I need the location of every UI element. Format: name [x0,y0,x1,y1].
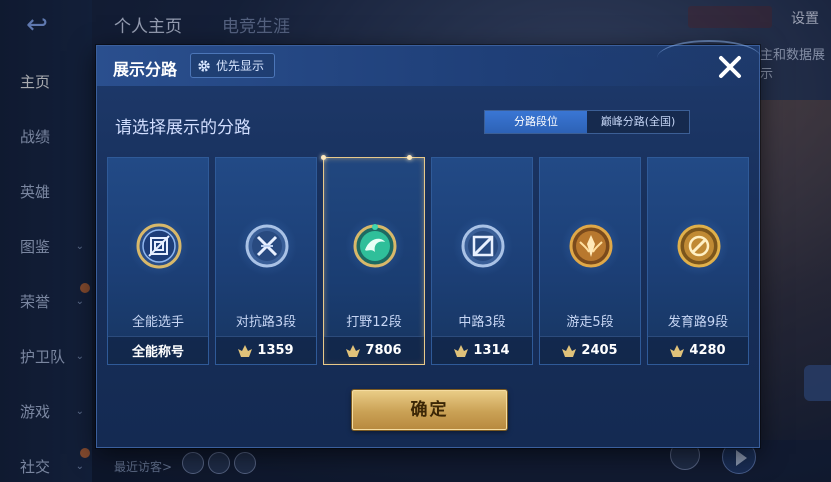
toggle-lane-rank[interactable]: 分路段位 [485,111,587,133]
priority-display-label: 优先显示 [216,59,265,73]
rank-type-toggle: 分路段位 巅峰分路(全国) [484,110,690,134]
lane-footer: 7806 [324,336,424,364]
emblem-glow [129,216,189,276]
lane-card-roam[interactable]: 游走5段 2405 [539,157,641,365]
jungle-emblem-icon [353,224,397,268]
lane-display-dialog: 展示分路 优先显示 请选择展示的分路 分路段位 巅峰分路(全国) 全能选手 全能… [96,40,761,448]
lane-name: 中路3段 [458,315,506,330]
roam-emblem-icon [569,224,613,268]
lane-score: 7806 [365,343,402,358]
dialog-subtitle: 请选择展示的分路 [115,118,251,138]
lane-footer: 全能称号 [108,336,208,364]
selection-corner [321,155,326,160]
lane-card-clash[interactable]: 对抗路3段 1359 [215,157,317,365]
emblem-glow [453,216,513,276]
lane-score: 1314 [473,343,510,358]
emblem-glow [561,216,621,276]
emblem-glow [669,216,729,276]
emblem-glow [345,216,405,276]
peak-score-icon [238,344,253,357]
lane-score: 4280 [689,343,726,358]
peak-score-icon [346,344,361,357]
toggle-peak-lane[interactable]: 巅峰分路(全国) [587,111,689,133]
peak-score-icon [454,344,469,357]
lane-footer: 1314 [432,336,532,364]
clash-lane-emblem-icon [245,224,289,268]
lane-name: 对抗路3段 [235,315,297,330]
lane-footer: 2405 [540,336,640,364]
lane-card-farm[interactable]: 发育路9段 4280 [647,157,749,365]
lane-footer: 1359 [216,336,316,364]
lane-card-jungle[interactable]: 打野12段 7806 [321,155,425,365]
selection-corner [407,155,412,160]
all-round-emblem-icon [136,223,182,269]
emblem-glow [237,216,297,276]
dialog-title: 展示分路 [113,60,178,79]
confirm-button[interactable]: 确定 [352,390,507,430]
lane-footer: 4280 [648,336,748,364]
lane-name: 打野12段 [346,315,402,330]
peak-score-icon [670,344,685,357]
farm-lane-emblem-icon [677,224,721,268]
lane-name: 发育路9段 [667,315,729,330]
lane-name: 游走5段 [566,315,614,330]
lane-footer-text: 全能称号 [131,345,184,360]
mid-lane-emblem-icon [461,224,505,268]
lane-score: 1359 [257,343,294,358]
lane-card-all-round[interactable]: 全能选手 全能称号 [107,157,209,365]
close-button[interactable] [713,50,747,84]
close-icon [719,56,741,78]
peak-score-icon [562,344,577,357]
lane-name: 全能选手 [131,315,184,330]
gear-icon [198,59,210,72]
lane-card-mid[interactable]: 中路3段 1314 [431,157,533,365]
priority-display-button[interactable]: 优先显示 [190,53,276,78]
lane-score: 2405 [581,343,618,358]
